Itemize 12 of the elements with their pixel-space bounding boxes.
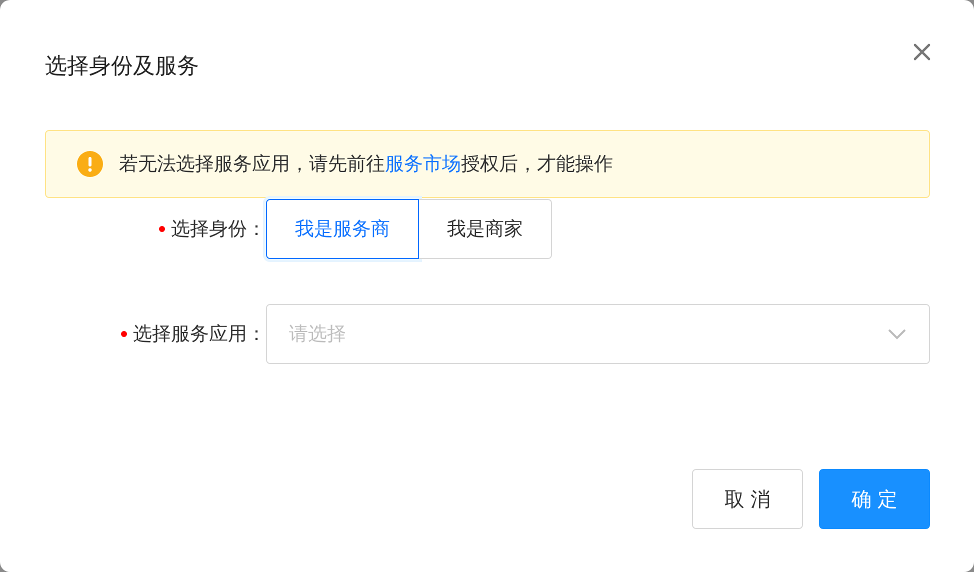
warning-icon [77,151,103,177]
cancel-button[interactable]: 取 消 [692,469,803,529]
chevron-down-icon [887,328,907,340]
field-label: 选择身份： [171,217,266,242]
close-icon[interactable] [912,42,932,62]
identity-option[interactable]: 我是服务商 [266,199,419,259]
field-label: 选择服务应用： [133,322,266,347]
confirm-button[interactable]: 确 定 [819,469,930,529]
alert-message: 若无法选择服务应用，请先前往服务市场授权后，才能操作 [119,152,613,177]
service-market-link[interactable]: 服务市场 [385,153,461,175]
identity-option[interactable]: 我是商家 [419,199,552,259]
dialog-title: 选择身份及服务 [45,53,199,81]
